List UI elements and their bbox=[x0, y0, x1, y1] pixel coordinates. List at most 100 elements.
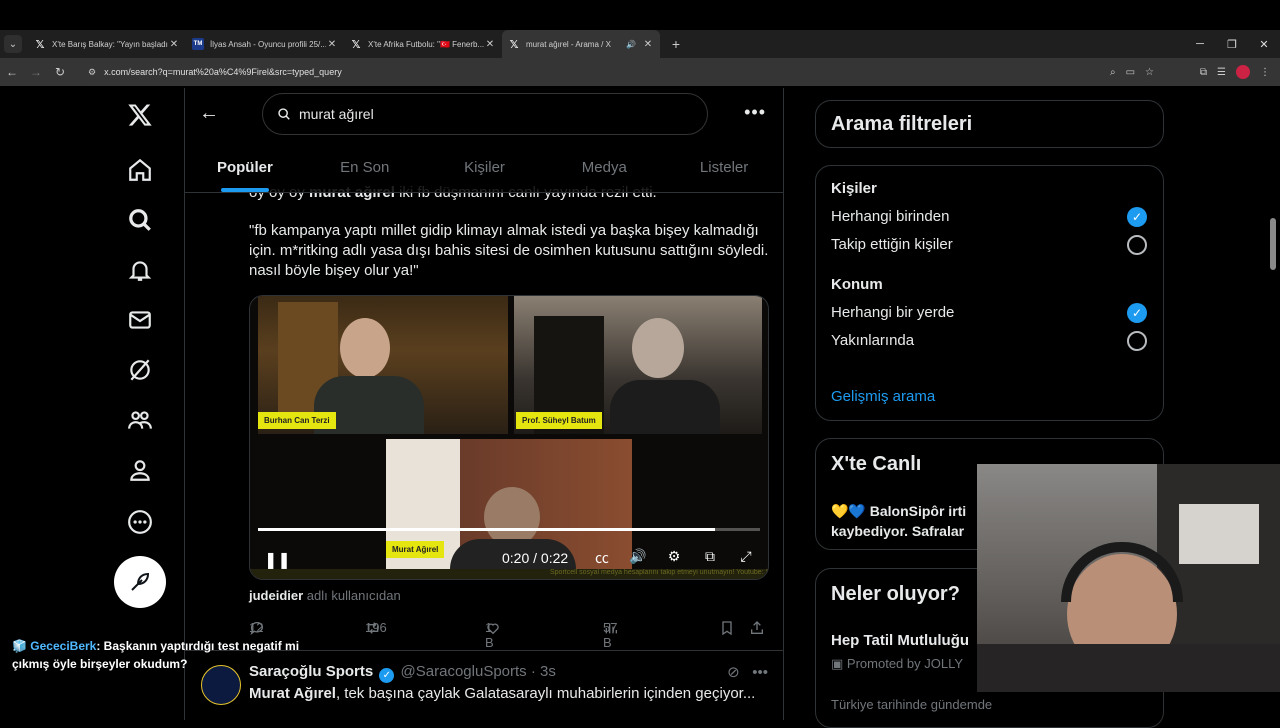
extensions-icon[interactable]: ⧉ bbox=[1200, 67, 1207, 78]
person-head bbox=[632, 318, 684, 378]
notifications-bell-icon[interactable] bbox=[110, 248, 170, 292]
bookmark-icon bbox=[722, 621, 732, 636]
tab-search-dropdown[interactable]: ⌄ bbox=[4, 35, 22, 53]
profile-avatar[interactable] bbox=[1236, 65, 1250, 79]
filter-option-near[interactable]: Yakınlarında bbox=[831, 331, 1149, 351]
settings-gear-icon[interactable]: ⚙ bbox=[664, 548, 684, 568]
video-player[interactable]: Burhan Can Terzi Prof. Süheyl Batum Mura… bbox=[249, 295, 769, 580]
browser-tab-2[interactable]: TM İlyas Ansah - Oyuncu profili 25/... ✕ bbox=[186, 30, 344, 58]
x-favicon-icon: 𝕏 bbox=[509, 38, 519, 51]
browser-tab-active[interactable]: 𝕏 murat ağırel - Arama / X 🔊 ✕ bbox=[502, 30, 660, 58]
bookmark-star-icon[interactable]: ☆ bbox=[1145, 67, 1154, 78]
close-window-icon[interactable]: ✕ bbox=[1248, 38, 1280, 51]
tweet-text: Murat Ağırel, tek başına çaylak Galatasa… bbox=[249, 685, 755, 702]
reply-button[interactable]: 12 bbox=[249, 620, 265, 636]
live-title: X'te Canlı bbox=[831, 453, 922, 475]
views-button[interactable]: 57 B bbox=[603, 620, 619, 650]
explore-search-icon[interactable] bbox=[110, 198, 170, 242]
cast-icon[interactable]: ▭ bbox=[1126, 67, 1135, 78]
tab-lists[interactable]: Listeler bbox=[664, 148, 783, 192]
author-handle[interactable]: @SaracogluSports · 3s bbox=[401, 663, 556, 680]
feather-icon bbox=[131, 572, 150, 591]
back-arrow-icon[interactable]: ← bbox=[199, 102, 223, 126]
video-progress-bar[interactable] bbox=[258, 528, 760, 531]
menu-kebab-icon[interactable]: ⋮ bbox=[1260, 67, 1270, 78]
more-options-icon[interactable]: ••• bbox=[752, 664, 768, 681]
filter-option-following[interactable]: Takip ettiğin kişiler bbox=[831, 235, 1149, 255]
video-panel-right: Prof. Süheyl Batum bbox=[514, 296, 762, 434]
volume-icon[interactable]: 🔊 bbox=[628, 548, 648, 568]
person-head bbox=[484, 487, 540, 547]
forward-nav-icon[interactable]: → bbox=[24, 65, 48, 79]
search-tabs: Popüler En Son Kişiler Medya Listeler bbox=[185, 148, 783, 192]
close-tab-icon[interactable]: ✕ bbox=[326, 39, 338, 50]
video-credit: judeidier adlı kullanıcıdan bbox=[249, 588, 401, 603]
radio-unchecked-icon[interactable] bbox=[1127, 235, 1147, 255]
compose-post-button[interactable] bbox=[114, 556, 166, 608]
credit-user[interactable]: judeidier bbox=[249, 588, 303, 603]
search-results-column: ← murat ağırel ••• Popüler En Son Kişile… bbox=[184, 88, 784, 720]
promoted-label: ▣ Promoted by JOLLY bbox=[831, 656, 963, 672]
profile-icon[interactable] bbox=[110, 448, 170, 492]
live-line: 💛💙 BalonSipôr irti bbox=[831, 503, 967, 519]
search-query[interactable]: murat ağırel bbox=[299, 106, 374, 122]
page-scrollbar[interactable] bbox=[1270, 218, 1276, 270]
option-label: Takip ettiğin kişiler bbox=[831, 236, 953, 253]
url-text[interactable]: x.com/search?q=murat%20a%C4%9Firel&src=t… bbox=[104, 67, 342, 77]
share-icon bbox=[751, 621, 763, 634]
zoom-icon[interactable]: ⌕ bbox=[1110, 67, 1116, 78]
tab-media[interactable]: Medya bbox=[544, 148, 664, 192]
like-count: 1 B bbox=[485, 620, 494, 650]
captions-icon[interactable]: ㏄ bbox=[592, 548, 612, 568]
repost-button[interactable]: 196 bbox=[365, 620, 387, 636]
minimize-icon[interactable]: ─ bbox=[1184, 38, 1216, 50]
x-logo-icon[interactable] bbox=[110, 93, 170, 137]
bookmark-button[interactable] bbox=[719, 620, 735, 636]
advanced-search-link[interactable]: Gelişmiş arama bbox=[831, 388, 935, 405]
radio-unchecked-icon[interactable] bbox=[1127, 331, 1147, 351]
reload-icon[interactable]: ↻ bbox=[48, 65, 72, 79]
close-tab-icon[interactable]: ✕ bbox=[484, 39, 496, 50]
promoted-icon: ▣ bbox=[831, 656, 844, 671]
new-tab-button[interactable]: + bbox=[666, 36, 686, 52]
tab-latest[interactable]: En Son bbox=[305, 148, 425, 192]
tab-people[interactable]: Kişiler bbox=[425, 148, 545, 192]
share-button[interactable] bbox=[749, 620, 765, 636]
video-progress-fill bbox=[258, 528, 715, 531]
checked-icon[interactable]: ✓ bbox=[1127, 207, 1147, 227]
grok-icon[interactable]: ⊘ bbox=[727, 664, 740, 681]
filter-option-anyone[interactable]: Herhangi birinden ✓ bbox=[831, 207, 1149, 227]
like-button[interactable]: 1 B bbox=[485, 620, 501, 650]
reading-list-icon[interactable]: ☰ bbox=[1217, 67, 1226, 78]
search-input[interactable]: murat ağırel bbox=[262, 93, 708, 135]
tab-title: X'te Afrika Futbolu: "🇹🇷 Fenerb... bbox=[368, 39, 484, 49]
speaker-icon[interactable]: 🔊 bbox=[626, 40, 636, 49]
filter-option-anywhere[interactable]: Herhangi bir yerde ✓ bbox=[831, 303, 1149, 323]
trend-item-title[interactable]: Hep Tatil Mutluluğu bbox=[831, 632, 969, 649]
close-tab-icon[interactable]: ✕ bbox=[642, 39, 654, 50]
picture-in-picture-icon[interactable]: ⧉ bbox=[700, 548, 720, 568]
home-icon[interactable] bbox=[110, 148, 170, 192]
more-options-icon[interactable] bbox=[110, 500, 170, 544]
person-body bbox=[610, 380, 720, 434]
back-nav-icon[interactable]: ← bbox=[0, 65, 24, 79]
checked-icon[interactable]: ✓ bbox=[1127, 303, 1147, 323]
pause-icon[interactable]: ❚❚ bbox=[264, 550, 291, 570]
browser-tab-1[interactable]: 𝕏 X'te Barış Balkay: "Yayın başladı... ✕ bbox=[28, 30, 186, 58]
restore-icon[interactable]: ❐ bbox=[1216, 38, 1248, 51]
tab-popular[interactable]: Popüler bbox=[185, 148, 305, 192]
live-item[interactable]: 💛💙 BalonSipôr irti kaybediyor. Safralar bbox=[831, 501, 966, 541]
browser-tab-3[interactable]: 𝕏 X'te Afrika Futbolu: "🇹🇷 Fenerb... ✕ bbox=[344, 30, 502, 58]
site-info-icon[interactable]: ⚙ bbox=[88, 67, 96, 78]
grok-icon[interactable] bbox=[110, 348, 170, 392]
tweet-text-part: , tek başına çaylak Galatasaraylı muhabi… bbox=[335, 685, 756, 702]
appliance bbox=[1179, 504, 1259, 564]
window-controls: ─ ❐ ✕ bbox=[1184, 30, 1280, 58]
close-tab-icon[interactable]: ✕ bbox=[168, 39, 180, 50]
fullscreen-icon[interactable]: ⤢ bbox=[736, 548, 756, 568]
x-left-nav bbox=[110, 88, 170, 720]
address-bar[interactable]: ⚙ x.com/search?q=murat%20a%C4%9Firel&src… bbox=[78, 61, 1160, 83]
communities-icon[interactable] bbox=[110, 398, 170, 442]
messages-mail-icon[interactable] bbox=[110, 298, 170, 342]
search-settings-more-icon[interactable]: ••• bbox=[744, 102, 766, 123]
